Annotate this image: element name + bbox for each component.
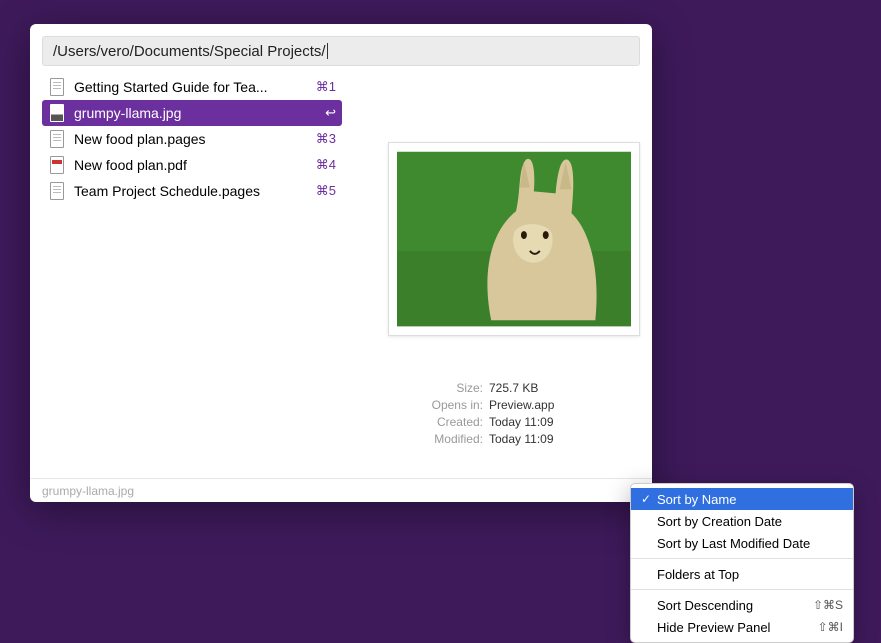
file-row[interactable]: Getting Started Guide for Tea... ⌘1 xyxy=(42,74,342,100)
meta-label: Modified: xyxy=(388,431,483,448)
menu-separator xyxy=(631,589,853,590)
file-list: Getting Started Guide for Tea... ⌘1 grum… xyxy=(42,74,342,478)
file-name: grumpy-llama.jpg xyxy=(74,105,317,121)
file-name: Getting Started Guide for Tea... xyxy=(74,79,308,95)
footer-filename: grumpy-llama.jpg xyxy=(42,484,134,498)
file-shortcut: ⌘4 xyxy=(316,157,336,173)
text-cursor xyxy=(327,43,328,59)
file-row[interactable]: grumpy-llama.jpg ↩ xyxy=(42,100,342,126)
file-name: New food plan.pdf xyxy=(74,157,308,173)
sort-context-menu: ✓ Sort by Name Sort by Creation Date Sor… xyxy=(630,483,854,643)
meta-row-created: Created: Today 11:09 xyxy=(388,414,640,431)
path-input[interactable]: /Users/vero/Documents/Special Projects/ xyxy=(42,36,640,66)
file-shortcut: ⌘5 xyxy=(316,183,336,199)
content-area: Getting Started Guide for Tea... ⌘1 grum… xyxy=(30,74,652,478)
meta-value: Preview.app xyxy=(489,397,640,414)
meta-row-size: Size: 725.7 KB xyxy=(388,380,640,397)
file-row[interactable]: New food plan.pdf ⌘4 xyxy=(42,152,342,178)
llama-image-icon xyxy=(397,151,631,327)
meta-label: Opens in: xyxy=(388,397,483,414)
file-metadata: Size: 725.7 KB Opens in: Preview.app Cre… xyxy=(388,380,640,448)
pages-file-icon xyxy=(48,129,66,149)
meta-value: Today 11:09 xyxy=(489,431,640,448)
file-shortcut: ⌘1 xyxy=(316,79,336,95)
check-icon: ✓ xyxy=(639,492,653,506)
meta-row-opens: Opens in: Preview.app xyxy=(388,397,640,414)
menu-label: Sort Descending xyxy=(657,598,809,613)
pages-file-icon xyxy=(48,181,66,201)
file-row[interactable]: Team Project Schedule.pages ⌘5 xyxy=(42,178,342,204)
menu-label: Folders at Top xyxy=(657,567,843,582)
menu-label: Hide Preview Panel xyxy=(657,620,814,635)
menu-separator xyxy=(631,558,853,559)
meta-label: Size: xyxy=(388,380,483,397)
menu-shortcut: ⇧⌘S xyxy=(813,598,843,612)
file-name: Team Project Schedule.pages xyxy=(74,183,308,199)
menu-shortcut: ⇧⌘I xyxy=(818,620,843,634)
menu-item-sort-by-creation-date[interactable]: Sort by Creation Date xyxy=(631,510,853,532)
jpeg-file-icon xyxy=(48,103,66,123)
menu-item-folders-at-top[interactable]: Folders at Top xyxy=(631,563,853,585)
path-input-value: /Users/vero/Documents/Special Projects/ xyxy=(53,43,326,60)
meta-row-modified: Modified: Today 11:09 xyxy=(388,431,640,448)
meta-label: Created: xyxy=(388,414,483,431)
meta-value: Today 11:09 xyxy=(489,414,640,431)
preview-thumbnail xyxy=(388,142,640,336)
meta-value: 725.7 KB xyxy=(489,380,640,397)
menu-label: Sort by Name xyxy=(657,492,843,507)
file-name: New food plan.pages xyxy=(74,131,308,147)
preview-area: Size: 725.7 KB Opens in: Preview.app Cre… xyxy=(352,74,640,478)
file-shortcut: ↩ xyxy=(325,105,336,121)
file-row[interactable]: New food plan.pages ⌘3 xyxy=(42,126,342,152)
menu-item-sort-by-name[interactable]: ✓ Sort by Name xyxy=(631,488,853,510)
launcher-panel: /Users/vero/Documents/Special Projects/ … xyxy=(30,24,652,502)
panel-footer: grumpy-llama.jpg ↓ xyxy=(30,478,652,502)
pages-file-icon xyxy=(48,77,66,97)
menu-item-sort-descending[interactable]: Sort Descending ⇧⌘S xyxy=(631,594,853,616)
file-shortcut: ⌘3 xyxy=(316,131,336,147)
menu-label: Sort by Last Modified Date xyxy=(657,536,843,551)
menu-item-hide-preview-panel[interactable]: Hide Preview Panel ⇧⌘I xyxy=(631,616,853,638)
pdf-file-icon xyxy=(48,155,66,175)
menu-label: Sort by Creation Date xyxy=(657,514,843,529)
menu-item-sort-by-last-modified-date[interactable]: Sort by Last Modified Date xyxy=(631,532,853,554)
